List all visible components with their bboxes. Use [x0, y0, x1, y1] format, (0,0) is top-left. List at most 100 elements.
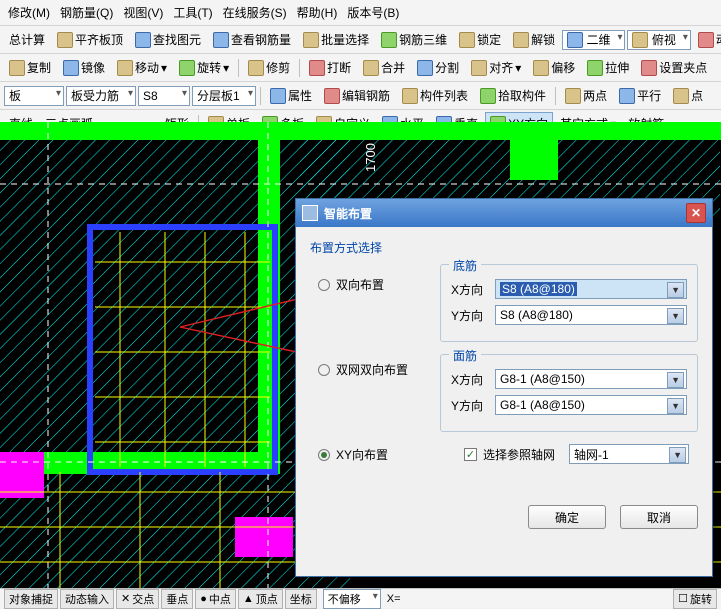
bottom-x-select[interactable]: S8 (A8@180) ▼: [495, 279, 687, 299]
cube-icon: [381, 32, 397, 48]
view-combo[interactable]: 俯视: [627, 30, 690, 50]
batch-select-button[interactable]: 批量选择: [298, 28, 374, 51]
copy-icon: [9, 60, 25, 76]
dialog-titlebar[interactable]: 智能布置 ✕: [296, 199, 712, 227]
top-y-select[interactable]: G8-1 (A8@150) ▼: [495, 395, 687, 415]
menu-rebar[interactable]: 钢筋量(Q): [56, 2, 117, 23]
dyn-icon: [698, 32, 714, 48]
dyn-toggle[interactable]: 动态输入: [60, 589, 114, 609]
merge-button[interactable]: 合并: [358, 56, 410, 79]
pick-icon: [480, 88, 496, 104]
radio-bidirectional[interactable]: 双向布置: [318, 276, 440, 293]
merge-icon: [363, 60, 379, 76]
move-icon: [117, 60, 133, 76]
view-rebar-button[interactable]: 查看钢筋量: [208, 28, 296, 51]
batch-icon: [303, 32, 319, 48]
flatten-button[interactable]: 平齐板顶: [52, 28, 128, 51]
mode-label: 布置方式选择: [310, 239, 698, 256]
lock-button[interactable]: 锁定: [454, 28, 506, 51]
toolbar-1: 总计算 平齐板顶 查找图元 查看钢筋量 批量选择 钢筋三维 锁定 解锁 二维 俯…: [0, 26, 721, 54]
unlock-button[interactable]: 解锁: [508, 28, 560, 51]
rotate-toggle[interactable]: ☐旋转: [673, 589, 717, 609]
ok-button[interactable]: 确定: [528, 505, 606, 529]
copy-button[interactable]: 复制: [4, 56, 56, 79]
flatten-icon: [57, 32, 73, 48]
edit-rebar-button[interactable]: 编辑钢筋: [319, 84, 395, 107]
board-combo[interactable]: 板: [4, 86, 64, 106]
x-label: X方向: [451, 371, 487, 388]
toolbar-3: 板 板受力筋 S8 分层板1 属性 编辑钢筋 构件列表 拾取构件 两点 平行 点: [0, 82, 721, 110]
x-readout: X=: [387, 593, 401, 605]
ref-axis-checkbox[interactable]: ✓: [464, 448, 477, 461]
setclip-button[interactable]: 设置夹点: [636, 56, 712, 79]
rebar-icon: [213, 32, 229, 48]
force-rebar-combo[interactable]: 板受力筋: [66, 86, 136, 106]
radio-xy[interactable]: XY向布置: [318, 446, 440, 463]
offset-button[interactable]: 偏移: [528, 56, 580, 79]
menu-bar: 修改(M) 钢筋量(Q) 视图(V) 工具(T) 在线服务(S) 帮助(H) 版…: [0, 0, 721, 26]
offset-icon: [533, 60, 549, 76]
split-button[interactable]: 分割: [412, 56, 464, 79]
dim-combo[interactable]: 二维: [562, 30, 625, 50]
close-button[interactable]: ✕: [686, 203, 706, 223]
legend-bottom: 底筋: [449, 257, 481, 274]
dim-1700: 1700: [363, 143, 378, 172]
mirror-button[interactable]: 镜像: [58, 56, 110, 79]
align-button[interactable]: 对齐▾: [466, 56, 526, 79]
radio-double-net[interactable]: 双网双向布置: [318, 361, 440, 378]
split-icon: [417, 60, 433, 76]
menu-tool[interactable]: 工具(T): [169, 2, 216, 23]
break-icon: [309, 60, 325, 76]
parallel-button[interactable]: 平行: [614, 84, 666, 107]
axis-select[interactable]: 轴网-1 ▼: [569, 444, 689, 464]
stretch-button[interactable]: 拉伸: [582, 56, 634, 79]
member-list-button[interactable]: 构件列表: [397, 84, 473, 107]
dynview-button[interactable]: 动态观: [693, 28, 721, 51]
pick-button[interactable]: 拾取构件: [475, 84, 551, 107]
legend-top: 面筋: [449, 347, 481, 364]
top-rebar-group: 面筋 X方向 G8-1 (A8@150) ▼ Y方向 G8-1 (A8@150)…: [440, 354, 698, 432]
rebar-3d-button[interactable]: 钢筋三维: [376, 28, 452, 51]
status-bar: 对象捕捉 动态输入 ✕交点 垂点 ●中点 ▲顶点 坐标 不偏移 X= ☐旋转: [0, 588, 721, 608]
separator: [238, 59, 239, 77]
unlock-icon: [513, 32, 529, 48]
pt-icon: [673, 88, 689, 104]
trim-button[interactable]: 修剪: [243, 56, 295, 79]
two-pt-icon: [565, 88, 581, 104]
pt-button[interactable]: 点: [668, 84, 708, 107]
rotate-icon: [179, 60, 195, 76]
top-x-select[interactable]: G8-1 (A8@150) ▼: [495, 369, 687, 389]
break-button[interactable]: 打断: [304, 56, 356, 79]
y-label: Y方向: [451, 397, 487, 414]
rotate-button[interactable]: 旋转▾: [174, 56, 234, 79]
trim-icon: [248, 60, 264, 76]
pencil-icon: [324, 88, 340, 104]
s8-combo[interactable]: S8: [138, 86, 190, 106]
cancel-button[interactable]: 取消: [620, 505, 698, 529]
snap-toggle[interactable]: 对象捕捉: [4, 589, 58, 609]
prop-button[interactable]: 属性: [265, 84, 317, 107]
dialog-title: 智能布置: [324, 205, 372, 222]
ref-axis-label: 选择参照轴网: [483, 446, 555, 463]
cross-toggle[interactable]: ✕交点: [116, 589, 159, 609]
menu-help[interactable]: 帮助(H): [293, 2, 342, 23]
stretch-icon: [587, 60, 603, 76]
offset-combo[interactable]: 不偏移: [323, 589, 381, 609]
bottom-y-select[interactable]: S8 (A8@180) ▼: [495, 305, 687, 325]
separator: [299, 59, 300, 77]
move-button[interactable]: 移动▾: [112, 56, 172, 79]
find-button[interactable]: 查找图元: [130, 28, 206, 51]
layer-combo[interactable]: 分层板1: [192, 86, 256, 106]
two-pt-button[interactable]: 两点: [560, 84, 612, 107]
mid-toggle[interactable]: ●中点: [195, 589, 236, 609]
menu-online[interactable]: 在线服务(S): [219, 2, 291, 23]
calc-button[interactable]: 总计算: [4, 28, 50, 51]
coord-toggle[interactable]: 坐标: [285, 589, 317, 609]
perp-toggle[interactable]: 垂点: [161, 589, 193, 609]
menu-view[interactable]: 视图(V): [119, 2, 167, 23]
menu-version[interactable]: 版本号(B): [343, 2, 403, 23]
top-toggle[interactable]: ▲顶点: [238, 589, 283, 609]
x-label: X方向: [451, 281, 487, 298]
menu-modify[interactable]: 修改(M): [4, 2, 54, 23]
view-icon: [632, 32, 648, 48]
